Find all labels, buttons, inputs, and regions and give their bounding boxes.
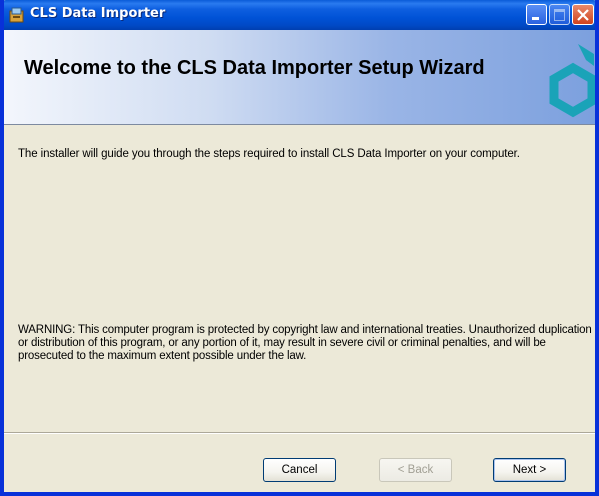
minimize-button[interactable]	[526, 4, 547, 25]
window-title: CLS Data Importer	[30, 6, 166, 21]
next-button[interactable]: Next >	[493, 458, 566, 482]
wizard-banner: Welcome to the CLS Data Importer Setup W…	[4, 30, 595, 125]
installer-window: CLS Data Importer Welcome to the CLS Dat…	[0, 0, 599, 496]
installer-icon	[9, 7, 24, 23]
maximize-button	[549, 4, 570, 25]
intro-text: The installer will guide you through the…	[18, 148, 520, 160]
close-button[interactable]	[572, 4, 594, 25]
title-bar[interactable]: CLS Data Importer	[4, 0, 595, 30]
cancel-button[interactable]: Cancel	[263, 458, 336, 482]
wizard-title: Welcome to the CLS Data Importer Setup W…	[24, 57, 485, 79]
back-button: < Back	[379, 458, 452, 482]
close-icon	[577, 9, 589, 21]
footer-divider	[4, 432, 595, 434]
copyright-warning: WARNING: This computer program is protec…	[18, 324, 592, 362]
hexagon-logo-icon	[549, 44, 595, 118]
